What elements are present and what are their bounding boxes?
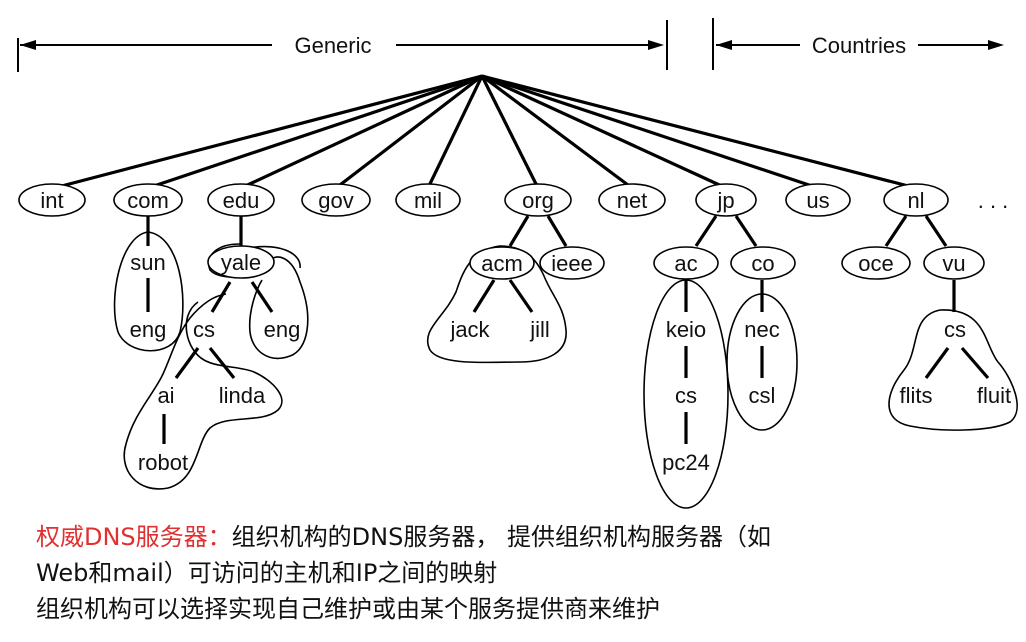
tld-label: gov bbox=[318, 188, 353, 213]
tld-label: nl bbox=[907, 188, 924, 213]
nl-subtree: oce vu cs flits fluit bbox=[841, 215, 1018, 431]
tld-edu: edu bbox=[207, 183, 275, 217]
root-edges bbox=[53, 74, 917, 190]
node-keio: keio bbox=[666, 317, 706, 342]
node-oce: oce bbox=[858, 251, 893, 276]
node-co: co bbox=[751, 251, 774, 276]
caption-line-3: 组织机构可以选择实现自己维护或由某个服务提供商来维护 bbox=[36, 595, 660, 623]
tld-net: net bbox=[598, 183, 666, 217]
node-acm: acm bbox=[481, 251, 523, 276]
caption-line-2: Web和mail）可访问的主机和IP之间的映射 bbox=[36, 559, 498, 587]
node-cs: cs bbox=[193, 317, 215, 342]
tld-label: jp bbox=[716, 188, 734, 213]
tld-int: int bbox=[18, 183, 86, 217]
caption-text: 组织机构的DNS服务器， 提供组织机构服务器（如 bbox=[231, 523, 771, 551]
more-domains-ellipsis: . . . bbox=[978, 188, 1009, 213]
node-vu: vu bbox=[942, 251, 965, 276]
caption-line-1: 权威DNS服务器：组织机构的DNS服务器， 提供组织机构服务器（如 bbox=[36, 520, 996, 554]
node-eng: eng bbox=[264, 317, 301, 342]
node-cs: cs bbox=[675, 383, 697, 408]
tld-gov: gov bbox=[301, 183, 371, 217]
node-cs: cs bbox=[944, 317, 966, 342]
tld-label: int bbox=[40, 188, 63, 213]
node-robot: robot bbox=[138, 450, 188, 475]
tld-mil: mil bbox=[395, 183, 461, 217]
tld-label: us bbox=[806, 188, 829, 213]
tld-label: edu bbox=[223, 188, 260, 213]
tld-us: us bbox=[785, 183, 851, 217]
node-jack: jack bbox=[449, 317, 490, 342]
node-eng: eng bbox=[130, 317, 167, 342]
node-jill: jill bbox=[529, 317, 550, 342]
tld-com: com bbox=[113, 183, 183, 217]
node-pc24: pc24 bbox=[662, 450, 710, 475]
tld-jp: jp bbox=[695, 183, 757, 217]
node-ieee: ieee bbox=[551, 251, 593, 276]
node-nec: nec bbox=[744, 317, 779, 342]
tld-label: mil bbox=[414, 188, 442, 213]
tld-nl: nl bbox=[883, 183, 949, 217]
node-flits: flits bbox=[900, 383, 933, 408]
node-ai: ai bbox=[157, 383, 174, 408]
dns-hierarchy-diagram: Generic Countries int com edu gov mil or… bbox=[17, 18, 1018, 509]
com-subtree: sun eng bbox=[113, 216, 184, 352]
generic-label: Generic bbox=[294, 33, 371, 58]
tld-label: net bbox=[617, 188, 648, 213]
tld-org: org bbox=[504, 183, 572, 217]
node-sun: sun bbox=[130, 250, 165, 275]
node-yale: yale bbox=[221, 250, 261, 275]
tld-label: com bbox=[127, 188, 169, 213]
node-csl: csl bbox=[749, 383, 776, 408]
jp-subtree: ac co keio cs pc24 nec csl bbox=[643, 215, 798, 509]
countries-label: Countries bbox=[812, 33, 906, 58]
node-fluit: fluit bbox=[977, 383, 1011, 408]
org-subtree: acm ieee jack jill bbox=[427, 215, 605, 364]
tld-label: org bbox=[522, 188, 554, 213]
node-linda: linda bbox=[219, 383, 266, 408]
caption-highlight: 权威DNS服务器： bbox=[36, 523, 232, 551]
node-ac: ac bbox=[674, 251, 697, 276]
